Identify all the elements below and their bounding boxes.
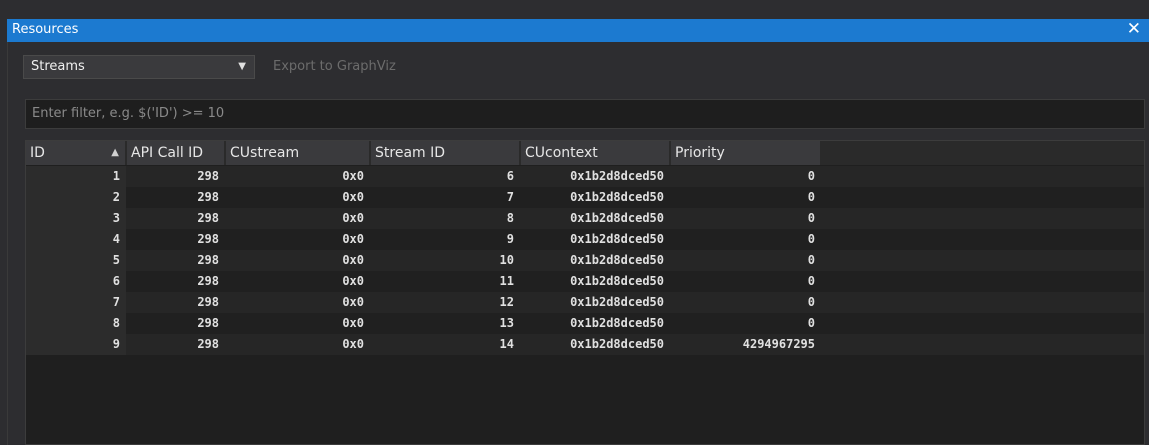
cell-id: 3 (26, 208, 126, 229)
cell-priority: 0 (807, 295, 815, 309)
cell-cucontext: 0x1b2d8dced50 (570, 295, 664, 309)
cell-custream: 0x0 (342, 337, 364, 351)
header-col-stream-id[interactable]: Stream ID (371, 141, 520, 165)
cell-id: 1 (26, 166, 126, 187)
cell-id: 8 (26, 313, 126, 334)
cell-api-call-id: 298 (197, 274, 219, 288)
cell-custream: 0x0 (342, 169, 364, 183)
table-row[interactable]: 1 298 0x0 6 0x1b2d8dced50 0 (26, 166, 1144, 187)
cell-api-call-id: 298 (197, 295, 219, 309)
cell-cucontext: 0x1b2d8dced50 (570, 253, 664, 267)
cell-priority: 0 (807, 232, 815, 246)
window-title: Resources (12, 22, 79, 37)
resources-panel: Streams ▼ Export to GraphViz Enter filte… (7, 42, 1149, 445)
table-row[interactable]: 8 298 0x0 13 0x1b2d8dced50 0 (26, 313, 1144, 334)
cell-cucontext: 0x1b2d8dced50 (570, 190, 664, 204)
cell-stream-id: 12 (499, 295, 514, 309)
window-title-bar: Resources ✕ (0, 0, 1149, 42)
resource-type-select[interactable]: Streams ▼ (23, 55, 255, 79)
cell-api-call-id: 298 (197, 316, 219, 330)
cell-api-call-id: 298 (197, 211, 219, 225)
cell-cucontext: 0x1b2d8dced50 (570, 232, 664, 246)
cell-id: 7 (26, 292, 126, 313)
cell-priority: 4294967295 (742, 337, 815, 351)
cell-api-call-id: 298 (197, 337, 219, 351)
resources-table: ID ▲ API Call ID CUstream Stream ID CUcontext… (25, 140, 1145, 445)
cell-stream-id: 6 (506, 169, 514, 183)
cell-stream-id: 11 (499, 274, 514, 288)
cell-id: 6 (26, 271, 126, 292)
table-row[interactable]: 9 298 0x0 14 0x1b2d8dced50 4294967295 (26, 334, 1144, 355)
close-icon[interactable]: ✕ (1127, 18, 1141, 40)
table-row[interactable]: 7 298 0x0 12 0x1b2d8dced50 0 (26, 292, 1144, 313)
cell-stream-id: 9 (506, 232, 514, 246)
cell-custream: 0x0 (342, 190, 364, 204)
export-graphviz-button[interactable]: Export to GraphViz (273, 55, 396, 79)
header-label: ID (30, 145, 45, 161)
cell-stream-id: 13 (499, 316, 514, 330)
cell-cucontext: 0x1b2d8dced50 (570, 274, 664, 288)
header-col-id[interactable]: ID ▲ (26, 141, 126, 165)
cell-api-call-id: 298 (197, 190, 219, 204)
cell-custream: 0x0 (342, 253, 364, 267)
cell-api-call-id: 298 (197, 232, 219, 246)
cell-priority: 0 (807, 211, 815, 225)
cell-priority: 0 (807, 190, 815, 204)
cell-priority: 0 (807, 253, 815, 267)
header-filler (822, 141, 1144, 165)
filter-input[interactable]: Enter filter, e.g. $('ID') >= 10 (25, 99, 1145, 129)
cell-custream: 0x0 (342, 316, 364, 330)
header-label: CUcontext (525, 145, 598, 161)
dropdown-arrow-icon: ▼ (238, 61, 246, 72)
cell-stream-id: 8 (506, 211, 514, 225)
table-header: ID ▲ API Call ID CUstream Stream ID CUcontext… (26, 141, 1144, 165)
title-bar-accent (7, 19, 1149, 42)
header-label: CUstream (230, 145, 300, 161)
cell-cucontext: 0x1b2d8dced50 (570, 211, 664, 225)
table-row[interactable]: 5 298 0x0 10 0x1b2d8dced50 0 (26, 250, 1144, 271)
header-col-custream[interactable]: CUstream (226, 141, 370, 165)
cell-cucontext: 0x1b2d8dced50 (570, 337, 664, 351)
cell-custream: 0x0 (342, 295, 364, 309)
cell-priority: 0 (807, 274, 815, 288)
cell-stream-id: 7 (506, 190, 514, 204)
cell-api-call-id: 298 (197, 253, 219, 267)
cell-id: 9 (26, 334, 126, 355)
sort-ascending-icon: ▲ (111, 147, 119, 158)
cell-stream-id: 14 (499, 337, 514, 351)
cell-stream-id: 10 (499, 253, 514, 267)
header-label: Priority (675, 145, 725, 161)
cell-api-call-id: 298 (197, 169, 219, 183)
header-label: API Call ID (131, 145, 204, 161)
cell-id: 5 (26, 250, 126, 271)
cell-cucontext: 0x1b2d8dced50 (570, 169, 664, 183)
header-col-cucontext[interactable]: CUcontext (521, 141, 670, 165)
table-row[interactable]: 3 298 0x0 8 0x1b2d8dced50 0 (26, 208, 1144, 229)
cell-priority: 0 (807, 316, 815, 330)
table-row[interactable]: 2 298 0x0 7 0x1b2d8dced50 0 (26, 187, 1144, 208)
header-col-priority[interactable]: Priority (671, 141, 821, 165)
cell-id: 4 (26, 229, 126, 250)
cell-custream: 0x0 (342, 274, 364, 288)
table-row[interactable]: 4 298 0x0 9 0x1b2d8dced50 0 (26, 229, 1144, 250)
cell-priority: 0 (807, 169, 815, 183)
header-label: Stream ID (375, 145, 446, 161)
cell-cucontext: 0x1b2d8dced50 (570, 316, 664, 330)
resource-type-value: Streams (31, 59, 85, 74)
table-row[interactable]: 6 298 0x0 11 0x1b2d8dced50 0 (26, 271, 1144, 292)
header-col-api-call-id[interactable]: API Call ID (127, 141, 225, 165)
cell-id: 2 (26, 187, 126, 208)
cell-custream: 0x0 (342, 232, 364, 246)
cell-custream: 0x0 (342, 211, 364, 225)
